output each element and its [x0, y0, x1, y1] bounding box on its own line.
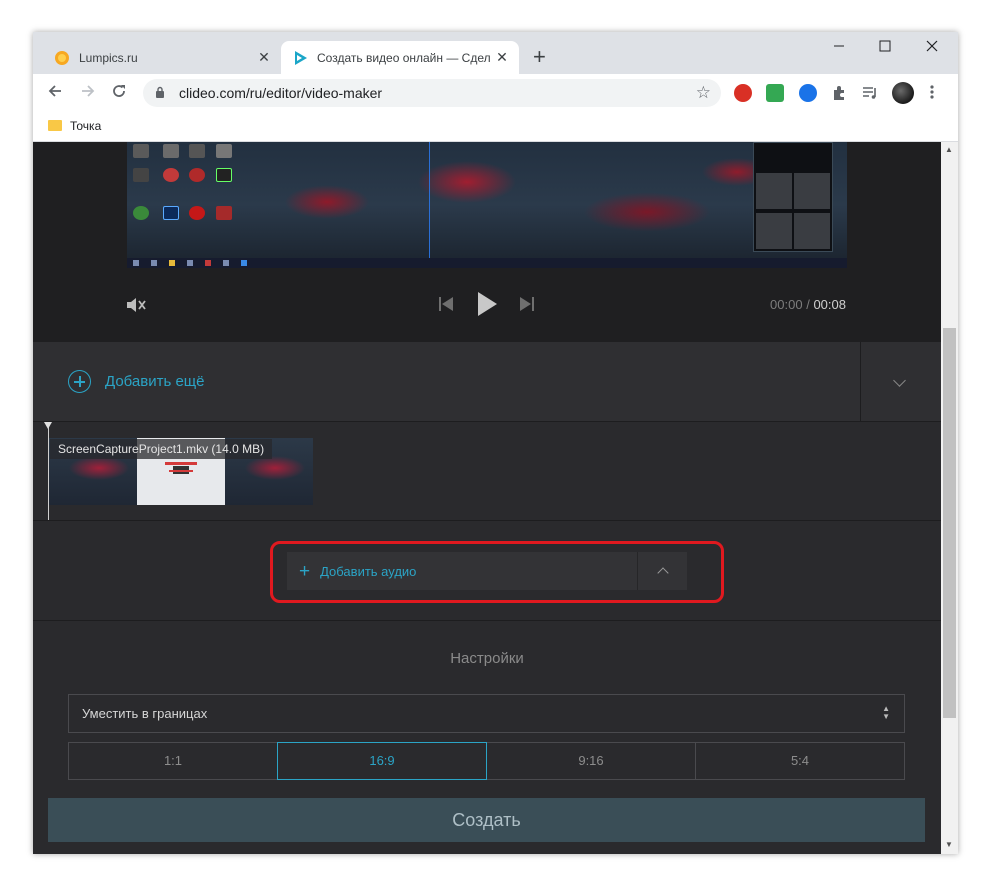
- taskbar-item: [223, 260, 229, 266]
- browser-window: Lumpics.ru ✕ Создать видео онлайн — Сдел…: [33, 32, 958, 854]
- profile-avatar[interactable]: [892, 82, 914, 104]
- preview-overlay-panel: [753, 142, 833, 252]
- chevron-down-icon: [893, 374, 906, 387]
- globe-extension-icon[interactable]: [799, 84, 817, 102]
- fit-mode-select[interactable]: Уместить в границах ▲ ▼: [68, 694, 905, 733]
- new-tab-button[interactable]: +: [533, 45, 546, 69]
- audio-row: + Добавить аудио: [33, 521, 941, 621]
- desktop-icon: [189, 168, 205, 182]
- desktop-icon: [216, 144, 232, 158]
- clip-filename: ScreenCaptureProject1.mkv (14.0 MB): [50, 439, 273, 459]
- play-icon[interactable]: [476, 291, 498, 322]
- tab-close-icon[interactable]: ✕: [491, 49, 513, 66]
- add-more-row: Добавить ещё: [33, 342, 941, 422]
- back-arrow-icon[interactable]: [44, 82, 66, 104]
- lumpics-favicon-icon: [54, 50, 70, 66]
- address-bar[interactable]: clideo.com/ru/editor/video-maker ☆: [143, 79, 721, 107]
- ratio-9-16[interactable]: 9:16: [487, 743, 696, 779]
- add-more-label: Добавить ещё: [105, 373, 205, 390]
- video-timeline: ScreenCaptureProject1.mkv (14.0 MB): [33, 422, 941, 521]
- time-separator: /: [806, 297, 810, 312]
- desktop-icon: [163, 144, 179, 158]
- scroll-down-icon[interactable]: ▼: [945, 840, 953, 849]
- desktop-icon: [189, 206, 205, 220]
- tab-title: Lumpics.ru: [79, 50, 138, 65]
- current-time: 00:00: [770, 297, 803, 312]
- total-time: 00:08: [813, 297, 846, 312]
- clideo-favicon-icon: [292, 50, 308, 66]
- tab-clideo[interactable]: Создать видео онлайн — Сдела ✕: [281, 41, 519, 74]
- bookmark-tochka[interactable]: Точка: [70, 119, 101, 133]
- bookmark-star-icon[interactable]: ☆: [696, 83, 711, 103]
- thumbnail-text-line: [165, 462, 197, 465]
- desktop-icon: [133, 206, 149, 220]
- panel-cell: [756, 213, 792, 249]
- settings-title: Настройки: [450, 650, 524, 667]
- preview-taskbar: [127, 258, 847, 268]
- puzzle-extensions-icon[interactable]: [831, 85, 849, 103]
- fit-mode-value: Уместить в границах: [82, 706, 208, 721]
- player-controls: 00:00 / 00:08: [33, 268, 941, 342]
- reload-icon[interactable]: [108, 82, 130, 104]
- taskbar-item: [133, 260, 139, 266]
- menu-kebab-icon[interactable]: [930, 84, 936, 102]
- tab-strip: Lumpics.ru ✕ Создать видео онлайн — Сдел…: [33, 32, 958, 74]
- lock-icon: [155, 86, 165, 104]
- folder-icon: [48, 120, 62, 131]
- ratio-5-4[interactable]: 5:4: [696, 743, 904, 779]
- adblock-extension-icon[interactable]: [734, 84, 752, 102]
- panel-cell: [756, 173, 792, 209]
- bookmarks-bar: Точка: [33, 112, 958, 142]
- scrollbar-thumb[interactable]: [943, 328, 956, 718]
- checkmark-extension-icon[interactable]: [766, 84, 784, 102]
- preview-cursor-line: [429, 142, 430, 268]
- desktop-icon: [189, 144, 205, 158]
- create-button[interactable]: Создать: [48, 798, 925, 842]
- desktop-icon: [216, 206, 232, 220]
- highlight-outline: [270, 541, 724, 603]
- maximize-button[interactable]: [862, 38, 908, 56]
- tab-title: Создать видео онлайн — Сдела: [317, 50, 491, 65]
- close-window-button[interactable]: [909, 38, 955, 56]
- ratio-1-1[interactable]: 1:1: [69, 743, 278, 779]
- media-queue-icon[interactable]: [862, 85, 880, 103]
- taskbar-item: [151, 260, 157, 266]
- taskbar-item: [187, 260, 193, 266]
- url-text: clideo.com/ru/editor/video-maker: [179, 85, 383, 101]
- desktop-icon: [216, 168, 232, 182]
- browser-toolbar: clideo.com/ru/editor/video-maker ☆: [33, 74, 958, 112]
- select-arrows-icon: ▲ ▼: [882, 704, 890, 721]
- thumbnail-text-line: [169, 470, 193, 472]
- desktop-icon: [133, 168, 149, 182]
- create-bar: Создать: [33, 781, 941, 854]
- tab-lumpics[interactable]: Lumpics.ru ✕: [43, 41, 281, 74]
- timeline-playhead[interactable]: [44, 422, 52, 520]
- next-icon[interactable]: [519, 296, 535, 317]
- taskbar-item: [241, 260, 247, 266]
- tab-close-icon[interactable]: ✕: [253, 49, 275, 66]
- panel-cell: [794, 173, 830, 209]
- video-preview[interactable]: [127, 142, 847, 268]
- expand-files-button[interactable]: [860, 342, 941, 422]
- add-more-button[interactable]: Добавить ещё: [68, 370, 205, 393]
- mute-icon[interactable]: [125, 295, 147, 320]
- page-scrollbar[interactable]: ▲ ▼: [941, 142, 958, 854]
- ratio-16-9[interactable]: 16:9: [277, 742, 487, 780]
- video-player: 00:00 / 00:08: [33, 142, 941, 342]
- plus-circle-icon: [68, 370, 91, 393]
- scroll-up-icon[interactable]: ▲: [945, 145, 953, 154]
- desktop-icon: [163, 168, 179, 182]
- panel-cell: [794, 213, 830, 249]
- desktop-icon: [163, 206, 179, 220]
- editor-page: 00:00 / 00:08 Добавить ещё ScreenCapture…: [33, 142, 941, 854]
- minimize-button[interactable]: [816, 38, 862, 56]
- desktop-icon: [133, 144, 149, 158]
- taskbar-item: [205, 260, 211, 266]
- forward-arrow-icon[interactable]: [77, 82, 99, 104]
- playback-time: 00:00 / 00:08: [770, 297, 846, 312]
- previous-icon[interactable]: [438, 296, 454, 317]
- taskbar-item: [169, 260, 175, 266]
- aspect-ratio-selector: 1:1 16:9 9:16 5:4: [68, 742, 905, 780]
- preview-background: [127, 142, 847, 258]
